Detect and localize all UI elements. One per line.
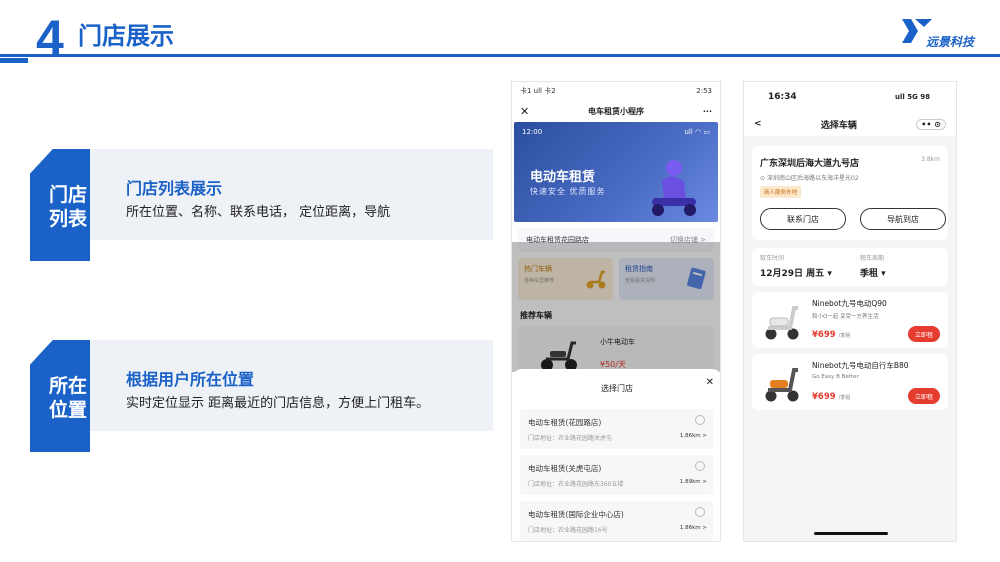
- header-divider: [0, 54, 1000, 57]
- vehicle-desc: 和小Q一起 享受一方养生活: [812, 314, 879, 320]
- contact-store-button[interactable]: 联系门店: [760, 208, 846, 230]
- back-icon[interactable]: <: [754, 119, 762, 129]
- price-value: ¥699: [812, 330, 836, 340]
- store-distance[interactable]: 1.86km >: [680, 525, 707, 531]
- status-signal: 卡1 ull 卡2: [520, 87, 556, 95]
- feature-tab-line: 门店: [48, 184, 87, 206]
- close-icon[interactable]: ✕: [706, 377, 714, 388]
- status-bar: 16:34 ull 5G 98: [744, 82, 956, 112]
- banner-tagline: 快速安全 优质服务: [530, 187, 606, 196]
- navigate-to-store-button[interactable]: 导航到店: [860, 208, 946, 230]
- rental-date-card: 取车时间 12月29日 周五 ▾ 租车周期 季租 ▾: [752, 248, 948, 286]
- store-address: 门店地址：农业路花园路东360五楼: [528, 481, 624, 488]
- store-address: 门店地址：农业路花园路关虎屯: [528, 435, 613, 442]
- phone-screenshot-vehicle-select: 16:34 ull 5G 98 < 选择车辆 •• ⊙ 广东深圳后海大道九号店 …: [743, 81, 957, 542]
- store-list-item[interactable]: 电动车租赁(国际企业中心店) 门店地址：农业路花园路16号 1.86km >: [520, 501, 713, 541]
- store-address: ⊙ 深圳南山区后海路以东海洋星光02: [760, 173, 859, 182]
- section-number: 4: [36, 10, 64, 66]
- nav-title: 电车租赁小程序: [588, 106, 645, 116]
- price-unit: /季租: [838, 395, 851, 401]
- capsule-menu-icon[interactable]: •• ⊙: [916, 118, 946, 130]
- feature-background: [56, 149, 493, 240]
- store-badge: 商人服务外地: [760, 186, 802, 198]
- header-divider-accent: [0, 58, 28, 63]
- vehicle-card[interactable]: Ninebot九号电动自行车B80 Go Easy B Better ¥699 …: [752, 354, 948, 410]
- feature-tab-label: 门店 列表: [34, 183, 102, 231]
- store-info-card: 广东深圳后海大道九号店 3.8km ⊙ 深圳南山区后海路以东海洋星光02 商人服…: [752, 146, 948, 240]
- feature-tab-label: 所在 位置: [34, 374, 102, 422]
- feature-user-location: 所在 位置 根据用户所在位置 实时定位显示 距离最近的门店信息，方便上门租车。: [30, 340, 493, 452]
- rental-period-select[interactable]: 季租 ▾: [860, 266, 886, 279]
- status-signal: ull 5G 98: [894, 93, 930, 101]
- rent-now-button[interactable]: 立即租: [908, 326, 940, 342]
- phone-icon[interactable]: [695, 415, 705, 425]
- mini-program-nav: ✕ 电车租赁小程序 ···: [512, 100, 720, 122]
- feature-title: 门店列表展示: [126, 179, 223, 198]
- feature-tab-line: 列表: [48, 208, 87, 230]
- store-address-text: 深圳南山区后海路以东海洋星光02: [766, 175, 859, 182]
- store-name: 电动车租赁(花园路店): [528, 418, 602, 427]
- close-icon[interactable]: ✕: [520, 105, 529, 118]
- modal-overlay: [512, 242, 720, 372]
- phone-screenshot-store-select: 卡1 ull 卡2 2:53 ✕ 电车租赁小程序 ··· 12:00 ull ◠…: [511, 81, 721, 542]
- feature-store-list: 门店 列表 门店列表展示 所在位置、名称、联系电话， 定位距离，导航: [30, 149, 493, 261]
- vehicle-desc: Go Easy B Better: [812, 374, 859, 380]
- rent-now-button[interactable]: 立即租: [908, 388, 940, 404]
- vehicle-name: Ninebot九号电动自行车B80: [812, 361, 909, 370]
- store-distance[interactable]: 1.89km >: [680, 479, 707, 485]
- vehicle-name: Ninebot九号电动Q90: [812, 299, 887, 308]
- banner-time: 12:00: [522, 128, 543, 136]
- store-address: 门店地址：农业路花园路16号: [528, 527, 608, 534]
- price-unit: /季租: [838, 333, 851, 339]
- store-name: 广东深圳后海大道九号店: [760, 159, 860, 169]
- company-logo: 远景科技: [902, 17, 984, 51]
- scooter-rider-illustration-icon: [652, 160, 696, 216]
- logo-text: 远景科技: [926, 35, 975, 49]
- vehicle-price: ¥699 /季租: [812, 330, 850, 340]
- electric-bicycle-icon: [765, 368, 799, 402]
- store-list-item[interactable]: 电动车租赁(关虎屯店) 门店地址：农业路花园路东360五楼 1.89km >: [520, 455, 713, 495]
- hero-banner: 12:00 ull ◠ ▭ 电动车租赁 快速安全 优质服务: [514, 122, 718, 222]
- feature-description: 所在位置、名称、联系电话， 定位距离，导航: [126, 205, 391, 220]
- status-time: 2:53: [696, 87, 712, 95]
- banner-status-icons: ull ◠ ▭: [684, 128, 711, 136]
- location-pin-icon: ⊙: [760, 175, 767, 182]
- feature-description: 实时定位显示 距离最近的门店信息，方便上门租车。: [126, 396, 430, 411]
- store-distance: 3.8km: [921, 156, 940, 163]
- store-name: 电动车租赁(国际企业中心店): [528, 510, 624, 519]
- sheet-title: 选择门店: [601, 384, 633, 393]
- status-time: 16:34: [768, 92, 797, 102]
- vehicle-card[interactable]: Ninebot九号电动Q90 和小Q一起 享受一方养生活 ¥699 /季租 立即…: [752, 292, 948, 348]
- more-icon[interactable]: ···: [703, 107, 712, 116]
- price-value: ¥699: [812, 392, 836, 402]
- phone-icon[interactable]: [695, 507, 705, 517]
- page-title: 门店展示: [78, 22, 174, 50]
- feature-tab-line: 位置: [48, 399, 87, 421]
- store-distance[interactable]: 1.86km >: [680, 433, 707, 439]
- feature-tab-line: 所在: [48, 375, 87, 397]
- phone-icon[interactable]: [695, 461, 705, 471]
- store-select-sheet: 选择门店 ✕ 电动车租赁(花园路店) 门店地址：农业路花园路关虎屯 1.86km…: [512, 369, 720, 541]
- nav-title: 选择车辆: [820, 120, 857, 131]
- vehicle-price: ¥699 /季租: [812, 392, 850, 402]
- feature-title: 根据用户所在位置: [126, 370, 255, 389]
- store-name: 电动车租赁(关虎屯店): [528, 464, 602, 473]
- feature-background: [56, 340, 493, 431]
- pickup-time-label: 取车时间: [760, 255, 785, 262]
- electric-scooter-white-icon: [765, 306, 799, 340]
- mini-program-nav: < 选择车辆 •• ⊙: [744, 112, 956, 136]
- banner-headline: 电动车租赁: [530, 170, 596, 185]
- rental-period-label: 租车周期: [860, 255, 885, 262]
- store-list-item[interactable]: 电动车租赁(花园路店) 门店地址：农业路花园路关虎屯 1.86km >: [520, 409, 713, 449]
- home-indicator: [814, 532, 888, 535]
- status-bar: 卡1 ull 卡2 2:53: [512, 82, 720, 100]
- pickup-time-select[interactable]: 12月29日 周五 ▾: [760, 266, 832, 279]
